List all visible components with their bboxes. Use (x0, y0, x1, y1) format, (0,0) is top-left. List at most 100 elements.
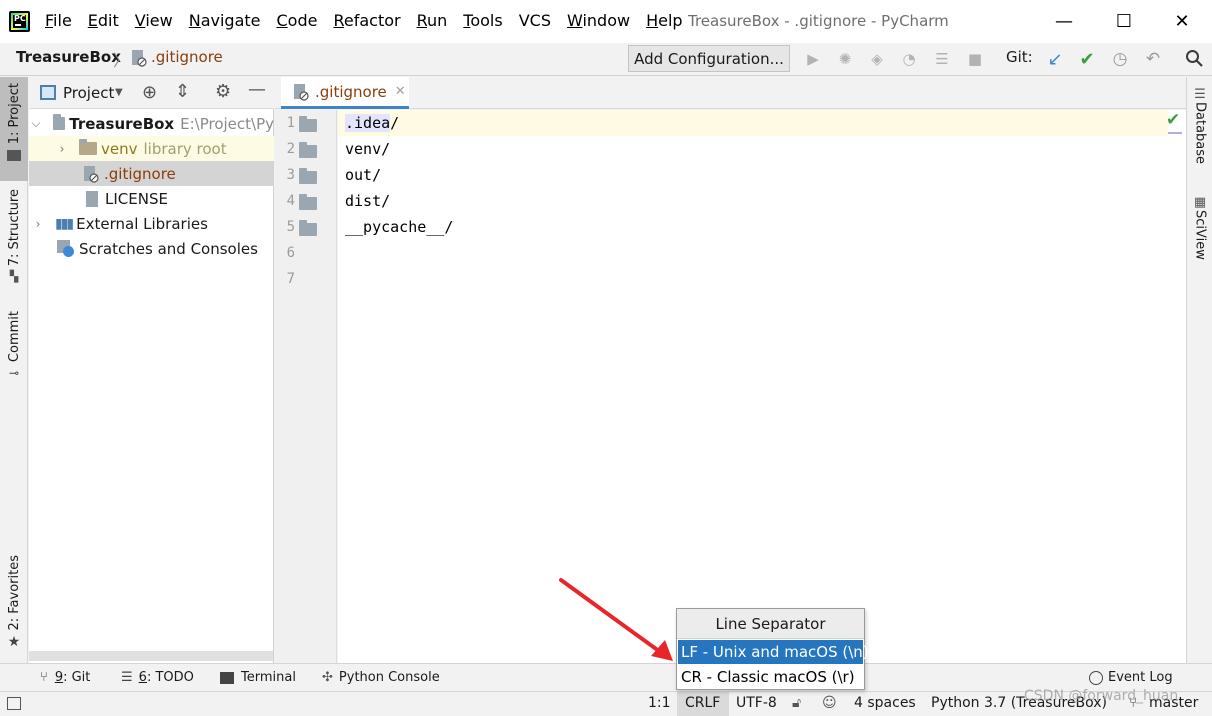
horizontal-scrollbar[interactable] (29, 651, 273, 661)
git-commit-icon[interactable]: ✔ (1077, 49, 1097, 70)
chevron-down-icon[interactable]: ⌵ (31, 116, 41, 131)
search-icon[interactable] (1185, 49, 1204, 68)
tree-item-scratches[interactable]: Scratches and Consoles (29, 236, 274, 261)
maximize-button[interactable]: ☐ (1104, 6, 1144, 36)
tool-button-todo[interactable]: ☰ 6: TODO (121, 670, 194, 685)
tool-button-terminal[interactable]: Terminal (220, 670, 296, 685)
stop-icon[interactable]: ■ (965, 49, 985, 69)
tree-item-venv[interactable]: › venv library root (29, 136, 274, 161)
run-icon[interactable]: ▶ (803, 49, 823, 69)
editor-tab-bar: .gitignore ✕ (275, 77, 1186, 109)
gear-icon[interactable]: ⚙ (215, 81, 231, 102)
menu-run[interactable]: Run (417, 11, 448, 30)
navigation-bar: TreasureBox 〉 .gitignore Add Configurati… (0, 43, 1212, 76)
tool-tab-project[interactable]: 1: Project (0, 77, 28, 181)
tool-button-git[interactable]: ⑂ 9: Git (40, 670, 90, 685)
tool-tab-database[interactable]: ☰ Database (1190, 87, 1210, 164)
concurrency-icon[interactable]: ☰ (932, 49, 952, 69)
terminal-icon (220, 671, 234, 684)
minimize-button[interactable]: — (1044, 6, 1084, 36)
menu-tools[interactable]: Tools (463, 11, 502, 30)
code-line: out/ (345, 166, 382, 184)
breadcrumb-file[interactable]: .gitignore (151, 48, 223, 66)
sciview-icon: ▦ (1193, 195, 1207, 210)
tree-item-treasurebox[interactable]: ⌵ TreasureBox E:\Project\Py (29, 111, 274, 136)
profile-icon[interactable]: ◔ (899, 49, 919, 69)
caret-position[interactable]: 1:1 (648, 695, 671, 711)
watermark: CSDN @forward_huan (1024, 688, 1179, 704)
chevron-right-icon[interactable]: › (55, 142, 69, 156)
debug-icon[interactable]: ✺ (835, 49, 855, 69)
close-icon: ✕ (1174, 10, 1190, 32)
inspection-ok-icon[interactable]: ✔ (1166, 110, 1180, 130)
locate-icon[interactable]: ⊕ (142, 82, 157, 103)
left-tool-stripe: 1: Project 7: Structure ▚ Commit ⊸ 2: Fa… (0, 77, 28, 663)
code-line: dist/ (345, 192, 391, 210)
inspector-icon[interactable]: ☺ (822, 695, 837, 711)
breadcrumb-project[interactable]: TreasureBox (16, 48, 121, 66)
menu-refactor[interactable]: Refactor (333, 11, 400, 30)
hide-icon[interactable]: — (248, 79, 266, 100)
editor-gutter[interactable]: 1 2 3 4 5 6 7 (275, 110, 337, 663)
tree-item-external-libraries[interactable]: › ▮▮▮ External Libraries (29, 211, 274, 236)
minimize-icon: — (1055, 10, 1073, 32)
maximize-icon: ☐ (1115, 10, 1133, 32)
indent-setting[interactable]: 4 spaces (854, 695, 916, 711)
menu-code[interactable]: Code (277, 11, 318, 30)
git-update-icon[interactable]: ↙ (1045, 49, 1065, 70)
tool-tab-favorites[interactable]: 2: Favorites ★ (0, 555, 28, 650)
event-log-icon (1089, 670, 1103, 685)
tool-tab-commit[interactable]: Commit ⊸ (0, 311, 28, 380)
tree-item-gitignore[interactable]: .gitignore (29, 161, 274, 186)
tab-gitignore[interactable]: .gitignore ✕ (281, 77, 409, 109)
code-line: __pycache__/ (345, 218, 454, 236)
menu-navigate[interactable]: Navigate (189, 11, 261, 30)
folder-icon (79, 139, 97, 155)
lock-icon[interactable]: 🔓︎ (792, 695, 801, 711)
pycharm-logo-icon[interactable]: PC (9, 11, 30, 32)
file-encoding[interactable]: UTF-8 (736, 695, 777, 711)
tool-tab-structure[interactable]: 7: Structure ▚ (0, 189, 28, 283)
tool-button-event-log[interactable]: Event Log (1089, 670, 1173, 685)
project-view-icon (40, 85, 56, 100)
option-lf[interactable]: LF - Unix and macOS (\n) (678, 640, 869, 664)
collapse-all-icon[interactable]: ⇕ (175, 81, 190, 102)
tool-tab-sciview[interactable]: ▦ SciView (1190, 195, 1210, 260)
menu-vcs[interactable]: VCS (519, 11, 551, 30)
chevron-down-icon[interactable]: ▼ (115, 87, 123, 98)
tool-button-python-console[interactable]: ✣ Python Console (322, 670, 440, 685)
line-number: 7 (286, 271, 295, 287)
git-label: Git: (1006, 48, 1033, 66)
window-title: TreasureBox - .gitignore - PyCharm (688, 12, 949, 30)
git-rollback-icon[interactable]: ↶ (1143, 49, 1163, 69)
folder-icon (52, 114, 66, 130)
database-icon: ☰ (1194, 87, 1206, 102)
project-view-selector[interactable]: Project (63, 84, 114, 102)
line-number: 3 (286, 167, 295, 183)
project-panel-header: Project ▼ ⊕ ⇕ ⚙ — (29, 77, 274, 109)
toggle-tool-windows-icon[interactable] (7, 697, 21, 710)
folder-icon (299, 116, 317, 132)
breadcrumb-separator-icon: 〉 (113, 51, 130, 70)
commit-icon: ⊸ (8, 366, 20, 381)
option-cr[interactable]: CR - Classic macOS (\r) (678, 665, 863, 689)
folder-icon (299, 168, 317, 184)
project-tool-window: Project ▼ ⊕ ⇕ ⚙ — ⌵ TreasureBox E:\Proje… (29, 77, 274, 663)
menu-window[interactable]: Window (567, 11, 630, 30)
text-file-icon (86, 190, 98, 207)
close-tab-icon[interactable]: ✕ (395, 84, 406, 99)
coverage-icon[interactable]: ◈ (867, 49, 887, 69)
chevron-right-icon[interactable]: › (31, 217, 45, 231)
add-configuration-button[interactable]: Add Configuration... (628, 45, 790, 72)
code-editor[interactable]: .idea/ venv/ out/ dist/ __pycache__/ ✔ (338, 110, 1186, 663)
menu-view[interactable]: View (135, 11, 173, 30)
close-button[interactable]: ✕ (1162, 6, 1202, 36)
ignored-file-icon (132, 50, 147, 67)
git-branch-icon: ⑂ (40, 670, 48, 685)
menu-edit[interactable]: Edit (88, 11, 119, 30)
git-history-icon[interactable]: ◷ (1110, 49, 1130, 69)
menu-help[interactable]: Help (646, 11, 682, 30)
tree-item-license[interactable]: LICENSE (29, 186, 274, 211)
right-tool-stripe: ☰ Database ▦ SciView (1186, 77, 1212, 663)
menu-file[interactable]: File (45, 11, 72, 30)
